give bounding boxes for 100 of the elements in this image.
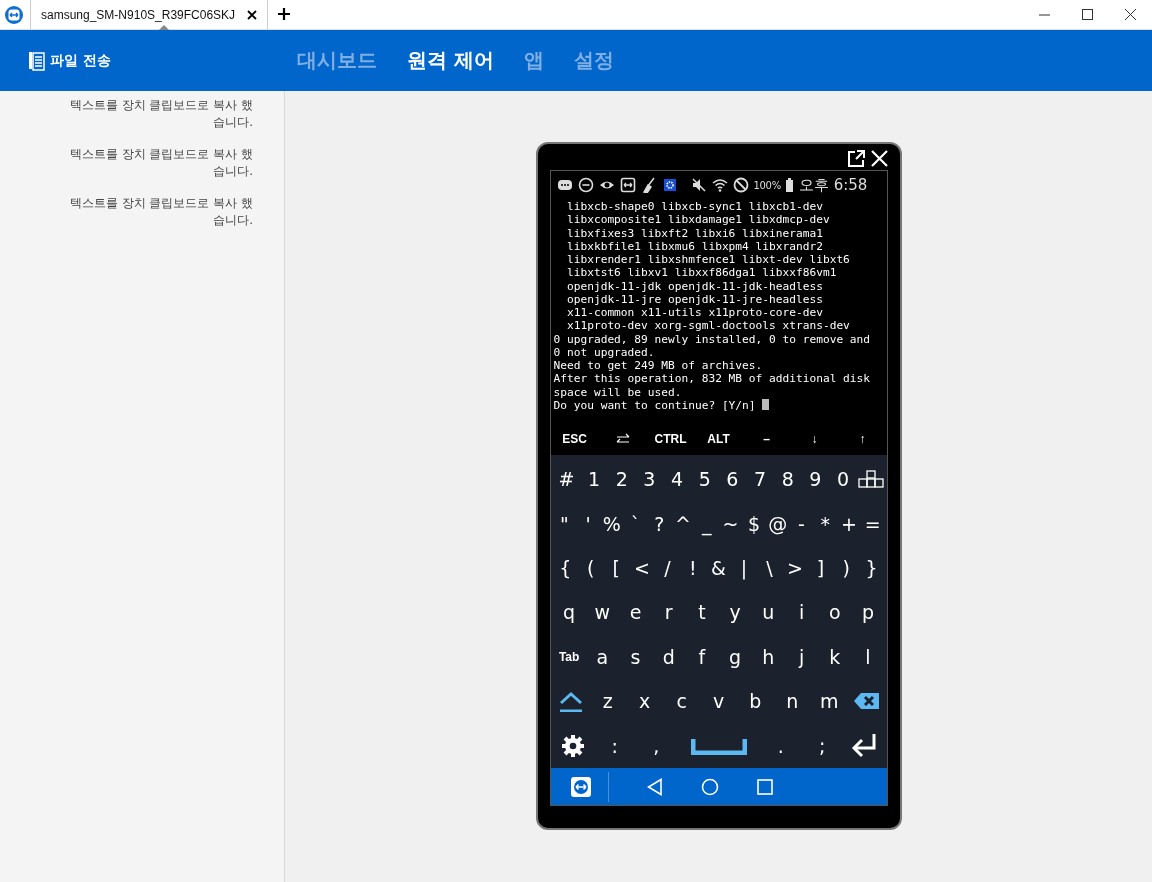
external-link-icon[interactable] <box>847 150 865 167</box>
terminal-line: libxrender1 libxshmfence1 libxt-dev libxt6 <box>565 253 851 267</box>
keyboard-layout-icon[interactable] <box>858 470 884 488</box>
key[interactable]: p <box>851 601 885 624</box>
key[interactable]: { <box>552 557 579 580</box>
terminal-line: libxkbfile1 libxmu6 libxpm4 libxrandr2 <box>565 239 824 253</box>
key[interactable]: c <box>663 690 701 713</box>
key[interactable]: g <box>718 645 752 668</box>
key[interactable]: Tab <box>552 649 586 664</box>
close-icon[interactable] <box>247 9 258 20</box>
terminal-line: space will be used. <box>553 385 683 399</box>
key[interactable]: v <box>700 690 737 713</box>
device-tab[interactable]: samsung_SM-N910S_R39FC06SKJ <box>30 0 269 29</box>
key[interactable]: m <box>810 690 848 713</box>
key[interactable]: 7 <box>746 468 774 491</box>
key[interactable]: ( <box>578 557 604 580</box>
key[interactable]: - <box>789 512 814 535</box>
key[interactable]: & <box>705 557 732 580</box>
key[interactable]: ↓ <box>811 432 818 446</box>
back-icon[interactable] <box>646 777 663 796</box>
key[interactable]: u <box>751 601 785 624</box>
key[interactable]: : <box>594 734 636 757</box>
key[interactable]: 1 <box>580 468 608 491</box>
shift-icon[interactable] <box>559 692 582 713</box>
key[interactable]: s <box>618 645 653 668</box>
key[interactable]: h <box>751 645 785 668</box>
key[interactable]: – <box>763 432 770 446</box>
key[interactable]: ] <box>807 557 834 580</box>
key[interactable]: ESC <box>562 432 587 446</box>
remote-control-icon[interactable] <box>569 775 592 798</box>
key[interactable]: ; <box>801 734 843 757</box>
key[interactable]: ALT <box>707 432 730 446</box>
key[interactable]: a <box>585 645 619 668</box>
key[interactable]: > <box>782 557 808 580</box>
maximize-icon[interactable] <box>1082 9 1093 20</box>
backspace-icon[interactable] <box>853 693 879 710</box>
key[interactable]: 2 <box>607 468 636 491</box>
key[interactable]: _ <box>694 512 719 535</box>
key[interactable]: < <box>629 557 655 580</box>
close-icon[interactable] <box>1125 9 1136 20</box>
key[interactable]: e <box>618 601 653 624</box>
settings-icon[interactable] <box>560 734 587 757</box>
key[interactable]: , <box>635 734 677 757</box>
space-bar-icon[interactable] <box>690 738 747 755</box>
key[interactable]: * <box>813 512 838 535</box>
key[interactable]: 0 <box>829 468 857 491</box>
key[interactable]: ) <box>833 557 859 580</box>
key[interactable]: \ <box>756 557 783 580</box>
key[interactable]: o <box>818 601 852 624</box>
key[interactable]: i <box>784 601 819 624</box>
key[interactable]: 4 <box>663 468 691 491</box>
nav-tab[interactable]: 원격 제어 <box>407 47 494 74</box>
key[interactable]: # <box>552 468 581 491</box>
swap-arrows-icon[interactable] <box>615 433 630 443</box>
key[interactable]: y <box>718 601 752 624</box>
key[interactable]: [ <box>603 557 630 580</box>
key[interactable]: n <box>773 690 811 713</box>
key[interactable]: 8 <box>773 468 802 491</box>
key[interactable]: q <box>552 601 586 624</box>
key[interactable]: " <box>552 512 577 535</box>
key[interactable]: r <box>652 601 686 624</box>
recent-apps-icon[interactable] <box>756 778 773 795</box>
key[interactable]: ` <box>623 512 648 535</box>
key[interactable]: = <box>860 512 885 535</box>
key[interactable]: w <box>585 601 619 624</box>
key[interactable]: ↑ <box>859 432 866 446</box>
key[interactable]: 3 <box>635 468 664 491</box>
key[interactable]: ~ <box>718 512 743 535</box>
file-transfer-button[interactable]: 파일 전송 <box>50 51 111 70</box>
key[interactable]: | <box>731 557 757 580</box>
key[interactable]: CTRL <box>654 432 687 446</box>
key[interactable]: x <box>626 690 664 713</box>
key[interactable]: z <box>589 690 627 713</box>
key[interactable]: ^ <box>671 512 695 535</box>
home-icon[interactable] <box>700 777 719 796</box>
terminal-line: x11-common x11-utils x11proto-core-dev <box>565 306 824 320</box>
key[interactable]: t <box>685 601 719 624</box>
terminal-line: openjdk-11-jdk openjdk-11-jdk-headless <box>565 279 824 293</box>
key[interactable]: j <box>784 645 819 668</box>
key[interactable]: ! <box>680 557 706 580</box>
key[interactable]: 5 <box>690 468 719 491</box>
key[interactable]: . <box>760 734 802 757</box>
key[interactable]: b <box>736 690 774 713</box>
key[interactable]: ' <box>576 512 600 535</box>
key[interactable]: / <box>654 557 681 580</box>
key[interactable]: f <box>685 645 719 668</box>
key[interactable]: 6 <box>718 468 747 491</box>
key[interactable]: ? <box>647 512 672 535</box>
key[interactable]: % <box>599 512 624 535</box>
key[interactable]: + <box>837 512 861 535</box>
key[interactable]: d <box>652 645 686 668</box>
terminal-line: Need to get 249 MB of archives. <box>553 359 764 373</box>
file-list-icon[interactable] <box>28 50 45 71</box>
key[interactable]: } <box>858 557 885 580</box>
key[interactable]: $ <box>742 512 766 535</box>
key[interactable]: @ <box>765 512 790 535</box>
key[interactable]: k <box>818 645 852 668</box>
key[interactable]: l <box>851 645 885 668</box>
key[interactable]: 9 <box>801 468 830 491</box>
enter-icon[interactable] <box>851 734 876 758</box>
